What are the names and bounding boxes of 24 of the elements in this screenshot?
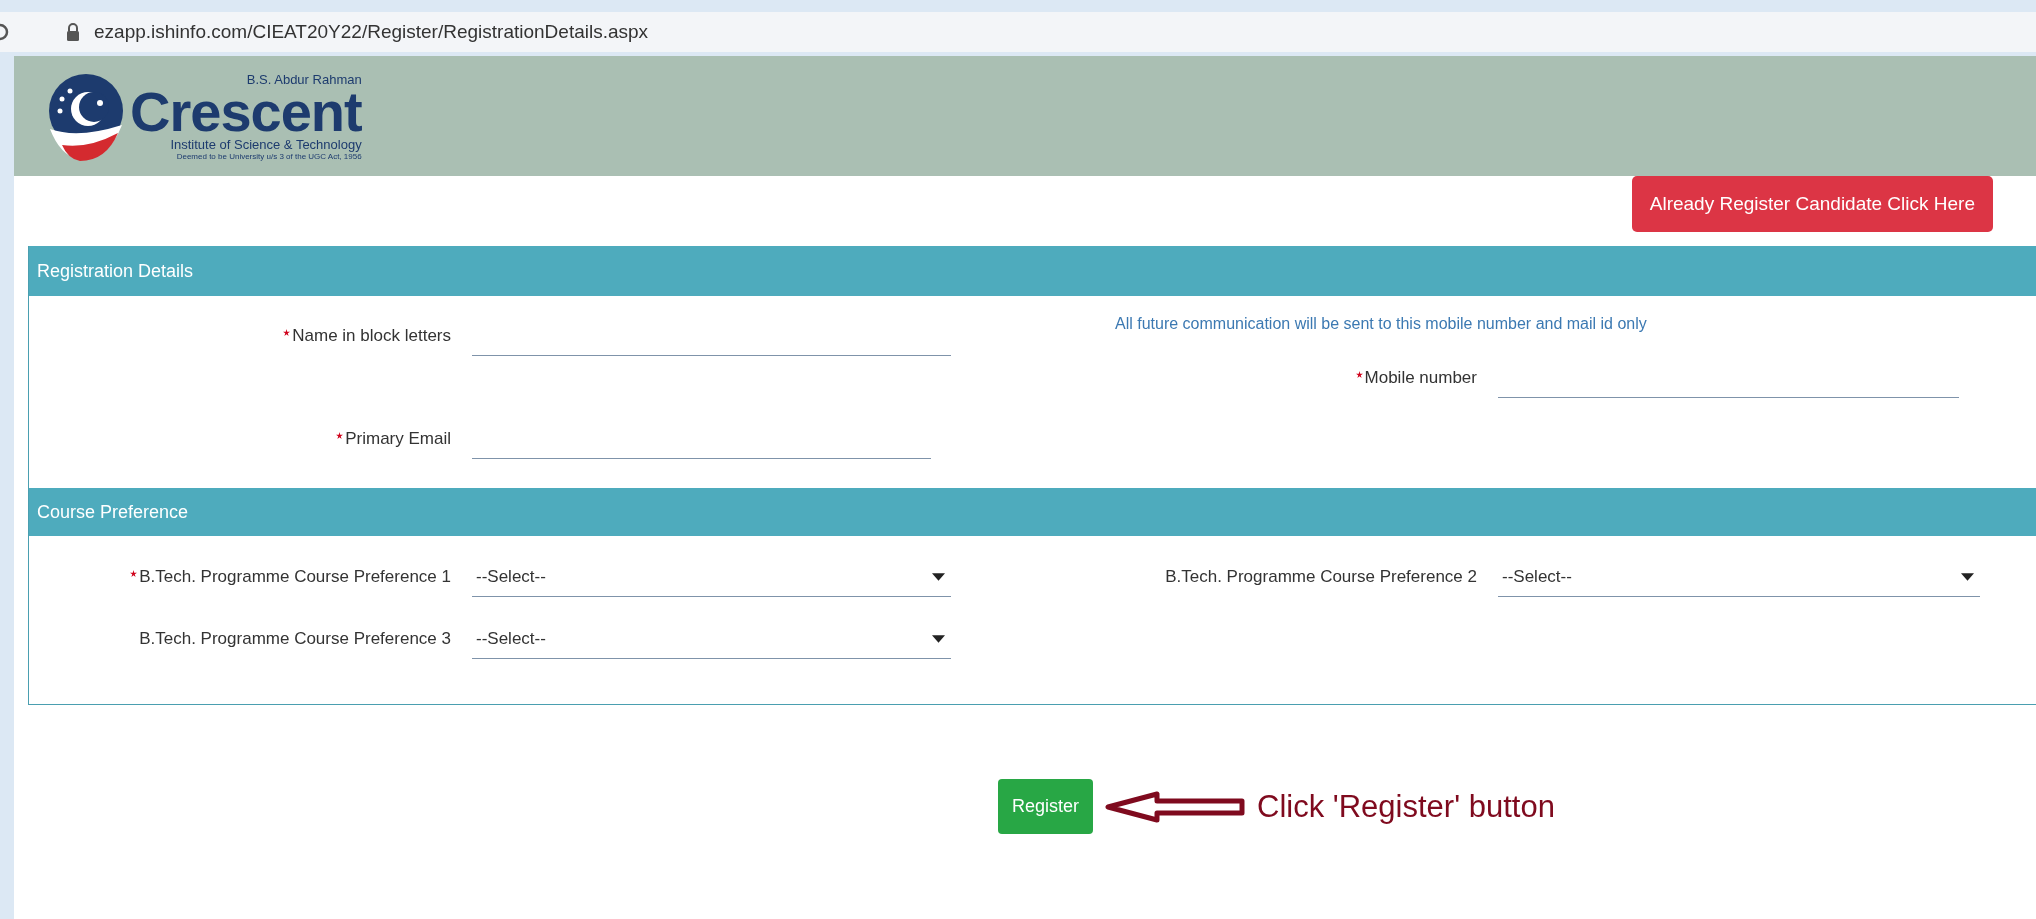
field-label: B.Tech. Programme Course Preference 1 (139, 567, 451, 587)
left-arrow-icon (1105, 789, 1246, 824)
select-dropdown[interactable]: --Select-- (472, 557, 951, 597)
field-label: B.Tech. Programme Course Preference 3 (139, 629, 451, 649)
field-label: B.Tech. Programme Course Preference 2 (1165, 567, 1477, 587)
logo-tagline: Institute of Science & Technology (170, 136, 362, 152)
section-header: Course Preference (29, 488, 2036, 536)
field-label: Mobile number (1364, 368, 1477, 388)
logo-subheading: B.S. Abdur Rahman (246, 71, 362, 87)
field-label: Primary Email (345, 429, 451, 449)
caret-icon (1961, 572, 1974, 581)
info-text: All future communication will be sent to this mobile number and mail id only (1114, 315, 1648, 333)
field-label: Name in block letters (292, 326, 451, 346)
caret-icon (932, 572, 945, 581)
logo-wordmark: Crescent (130, 86, 362, 137)
select-dropdown[interactable]: --Select-- (1498, 557, 1980, 597)
section-header: Registration Details (29, 246, 2036, 296)
login-button[interactable]: Already Register Candidate Click Here (1631, 176, 1993, 232)
logo-footnote: Deemed to be University u/s 3 of the UGC Act, 1956 (176, 151, 362, 161)
lock-icon (66, 23, 80, 41)
annotation-text: Click 'Register' button (1257, 788, 1555, 825)
url-text[interactable]: ezapp.ishinfo.com/CIEAT20Y22/Register/RegistrationDetails.aspx (94, 21, 649, 43)
select-dropdown[interactable]: --Select-- (472, 619, 951, 659)
caret-icon (932, 634, 945, 643)
